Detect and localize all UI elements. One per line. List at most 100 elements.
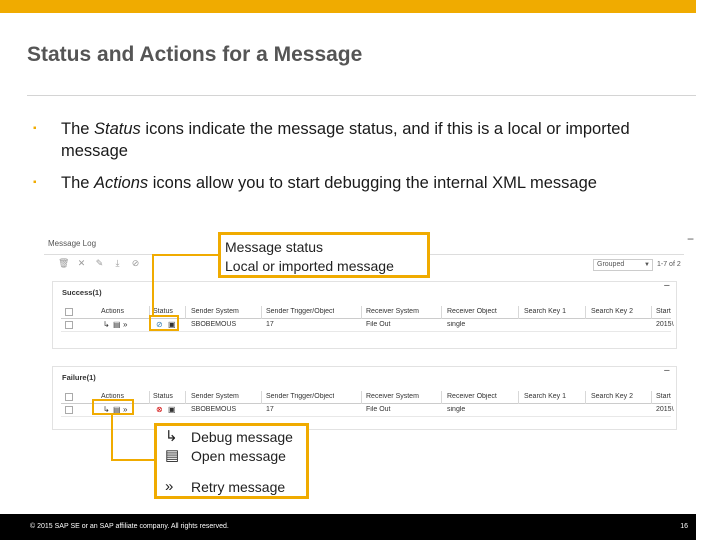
column-header[interactable]: Start [656,393,671,400]
status-callout: Message status Local or imported message [218,232,430,278]
failure-table-header: Actions Status Sender System Sender Trig… [61,391,671,404]
slide-title: Status and Actions for a Message [27,43,363,66]
callout-item: ↳ Debug message [161,428,306,446]
column-header[interactable]: Start [656,308,671,315]
bullet-actions: ▪ The Actions icons allow you to start d… [33,172,690,194]
grouping-select-value: Grouped [597,261,625,268]
column-header[interactable]: Receiver System [366,308,419,315]
column-header[interactable]: Status [153,308,173,315]
column-separator [518,391,519,404]
message-log-toolbar: 🗑 ✕ ✎ ⤓ ⊘ [58,258,141,272]
actions-leader-line [111,459,156,461]
pager-text: 1-7 of 2 [657,261,681,268]
retry-message-icon[interactable]: » [123,320,127,329]
column-header[interactable]: Receiver Object [447,308,497,315]
minus-icon[interactable]: − [687,232,694,246]
message-log-title: Message Log [48,239,97,248]
column-header[interactable]: Search Key 1 [524,308,566,315]
status-highlight-ring [149,315,179,331]
success-section: Success(1) − Actions Status Sender Syste… [52,280,677,349]
minus-icon[interactable]: − [664,280,670,292]
filter-off-icon[interactable]: ⊘ [130,258,141,272]
column-separator [361,306,362,319]
debug-message-icon: ↳ [165,428,178,445]
row-checkbox[interactable] [65,406,73,414]
callout-item: ▤ Open message [161,447,306,465]
row-checkbox[interactable] [65,321,73,329]
top-accent-bar [0,0,696,13]
select-all-checkbox[interactable] [65,308,73,316]
column-separator [361,391,362,404]
column-separator [651,306,652,319]
column-separator [585,306,586,319]
column-header[interactable]: Receiver System [366,393,419,400]
column-header[interactable]: Actions [101,308,124,315]
grouping-select[interactable]: Grouped ▼ [593,259,653,271]
bullet-emphasis: Actions [94,174,149,192]
callout-label: Debug message [191,429,293,445]
column-separator [185,306,186,319]
open-message-icon[interactable]: ▤ [113,320,121,329]
bullet-text: The [61,120,95,138]
footer-bar: © 2015 SAP SE or an SAP affiliate compan… [0,514,696,540]
bullet-status: ▪ The Status icons indicate the message … [33,118,690,162]
chevron-down-icon: ▼ [644,262,650,268]
status-leader-line [152,254,154,316]
callout-line: Local or imported message [225,258,394,274]
delete-icon[interactable]: ✕ [76,258,87,272]
column-header[interactable]: Search Key 2 [591,308,633,315]
bullet-text: icons allow you to start debugging the i… [148,174,597,192]
column-header[interactable]: Receiver Object [447,393,497,400]
column-separator [441,391,442,404]
open-message-icon: ▤ [165,447,180,464]
callout-item: » Retry message [161,478,306,496]
receiver-system-cell: File Out [366,406,391,413]
edit-icon[interactable]: ✎ [94,258,105,272]
column-header[interactable]: Sender Trigger/Object [266,393,334,400]
table-row[interactable]: ↳ ▤ » ⊗ ▣ SBOBEMOUS 17 File Out single 2… [61,404,674,417]
download-icon[interactable]: ⤓ [112,258,123,272]
actions-leader-line [111,414,113,461]
bullet-text: The [61,174,95,192]
callout-label: Retry message [191,479,286,495]
copyright-text: © 2015 SAP SE or an SAP affiliate compan… [30,523,229,530]
actions-callout: ↳ Debug message ▤ Open message » Retry m… [154,423,309,499]
sender-system-cell: SBOBEMOUS [191,406,237,413]
column-separator [185,391,186,404]
column-separator [149,391,150,404]
page-number: 16 [680,523,688,530]
column-separator [261,391,262,404]
status-leader-line [152,254,220,256]
bullet-emphasis: Status [94,120,141,138]
sender-trigger-cell: 17 [266,321,274,328]
column-separator [651,391,652,404]
minus-icon[interactable]: − [664,365,670,377]
column-header[interactable]: Sender Trigger/Object [266,308,334,315]
receiver-object-cell: single [447,321,466,328]
column-header[interactable]: Status [153,393,173,400]
callout-label: Open message [191,448,286,464]
column-separator [441,306,442,319]
column-header[interactable]: Sender System [191,393,239,400]
local-message-icon: ▣ [168,405,176,414]
column-separator [585,391,586,404]
failure-section-title: Failure(1) [62,373,96,382]
column-header[interactable]: Search Key 2 [591,393,633,400]
start-cell: 2015\ [656,406,674,413]
column-header[interactable]: Sender System [191,308,239,315]
bullet-text: icons indicate the message status, and i… [61,120,630,160]
start-cell: 2015\ [656,321,674,328]
sender-system-cell: SBOBEMOUS [191,321,237,328]
retry-message-icon: » [165,478,174,495]
error-status-icon: ⊗ [156,405,163,414]
select-all-checkbox[interactable] [65,393,73,401]
receiver-object-cell: single [447,406,466,413]
column-header[interactable]: Search Key 1 [524,393,566,400]
column-separator [518,306,519,319]
sender-trigger-cell: 17 [266,406,274,413]
title-divider [27,95,696,96]
column-separator [261,306,262,319]
trash-icon[interactable]: 🗑 [58,258,69,272]
debug-message-icon[interactable]: ↳ [103,320,110,329]
actions-highlight-ring [92,399,134,415]
